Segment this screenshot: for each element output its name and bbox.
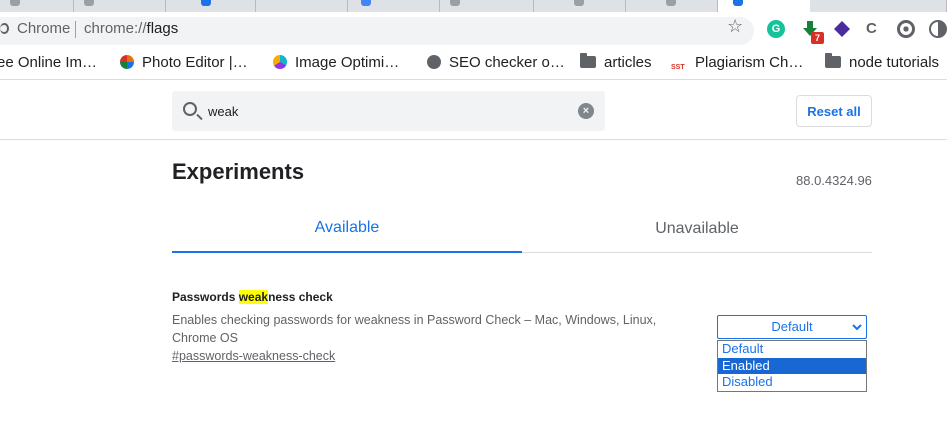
bookmark-item[interactable]: SEO checker o…	[427, 54, 565, 72]
search-input[interactable]	[208, 91, 568, 131]
bookmarks-bar: ree Online Im… Photo Editor |… Image Opt…	[0, 47, 947, 80]
browser-tab[interactable]	[534, 0, 626, 12]
extension-badge: 7	[811, 32, 824, 44]
flags-header: × Reset all	[0, 81, 947, 140]
browser-tab[interactable]	[810, 0, 947, 12]
search-box: ×	[172, 91, 605, 131]
cube-extension-icon[interactable]	[833, 20, 851, 38]
tab-unavailable[interactable]: Unavailable	[522, 207, 872, 253]
bookmark-label: node tutorials	[849, 54, 940, 71]
c-extension-icon[interactable]: C	[866, 20, 884, 38]
tab-available[interactable]: Available	[172, 207, 522, 253]
search-highlight: weak	[238, 290, 269, 304]
browser-tab[interactable]	[74, 0, 166, 12]
bookmark-label: SEO checker o…	[449, 54, 565, 71]
select-value: Default	[771, 319, 813, 334]
browser-tab[interactable]	[440, 0, 534, 12]
flag-permalink[interactable]: #passwords-weakness-check	[172, 349, 335, 363]
flag-state-dropdown: Default Enabled Disabled	[717, 340, 867, 392]
flag-description: Enables checking passwords for weakness …	[172, 313, 657, 345]
option-disabled[interactable]: Disabled	[718, 374, 866, 391]
grammarly-extension-icon[interactable]: G	[767, 20, 785, 38]
omnibox-url[interactable]: chrome://flags	[84, 20, 178, 37]
bookmark-folder[interactable]: node tutorials	[825, 53, 940, 72]
flag-title-pre: Passwords	[172, 290, 239, 304]
bookmark-item[interactable]: Image Optimi…	[273, 54, 399, 72]
browser-tab[interactable]	[626, 0, 718, 12]
folder-icon	[825, 53, 841, 68]
bookmark-label: ree Online Im…	[0, 54, 98, 71]
photo-editor-icon	[120, 55, 134, 69]
folder-icon	[580, 53, 596, 68]
option-enabled[interactable]: Enabled	[718, 357, 866, 374]
flag-title-post: ness check	[268, 290, 333, 304]
globe-icon	[427, 55, 441, 69]
omnibox-chrome-label: Chrome	[17, 20, 71, 37]
search-icon	[183, 102, 197, 116]
bookmark-star-icon[interactable]: ☆	[727, 18, 743, 36]
bookmark-label: articles	[604, 54, 652, 71]
browser-tab[interactable]	[348, 0, 440, 12]
omnibox-separator	[75, 21, 76, 38]
sst-icon: SST	[671, 64, 685, 71]
browser-tab[interactable]	[166, 0, 256, 12]
bookmark-item[interactable]: SST Plagiarism Ch…	[671, 54, 803, 72]
tab-strip	[0, 0, 947, 12]
dark-mode-extension-icon[interactable]	[929, 20, 947, 38]
browser-tab-active[interactable]	[718, 0, 810, 12]
bookmark-label: Plagiarism Ch…	[695, 54, 804, 71]
url-path: flags	[146, 20, 179, 37]
url-scheme: chrome://	[84, 20, 147, 37]
bookmark-label: Photo Editor |…	[142, 54, 248, 71]
bookmark-label: Image Optimi…	[295, 54, 400, 71]
site-info-icon[interactable]	[0, 23, 9, 34]
clear-search-icon[interactable]: ×	[578, 103, 594, 119]
flag-state-select[interactable]: Default	[717, 315, 867, 339]
browser-tab[interactable]	[0, 0, 74, 12]
browser-tab[interactable]	[256, 0, 371, 12]
bookmark-item[interactable]: ree Online Im…	[0, 54, 97, 72]
bookmark-item[interactable]: Photo Editor |…	[120, 54, 248, 72]
option-default[interactable]: Default	[718, 341, 866, 358]
flag-title: Passwords weakness check	[172, 290, 333, 304]
image-optimizer-icon	[273, 55, 287, 69]
bookmark-folder[interactable]: articles	[580, 53, 652, 72]
reset-all-button[interactable]: Reset all	[796, 95, 872, 127]
target-extension-icon[interactable]	[897, 20, 915, 38]
version-label: 88.0.4324.96	[796, 173, 872, 188]
page-title: Experiments	[172, 159, 305, 184]
